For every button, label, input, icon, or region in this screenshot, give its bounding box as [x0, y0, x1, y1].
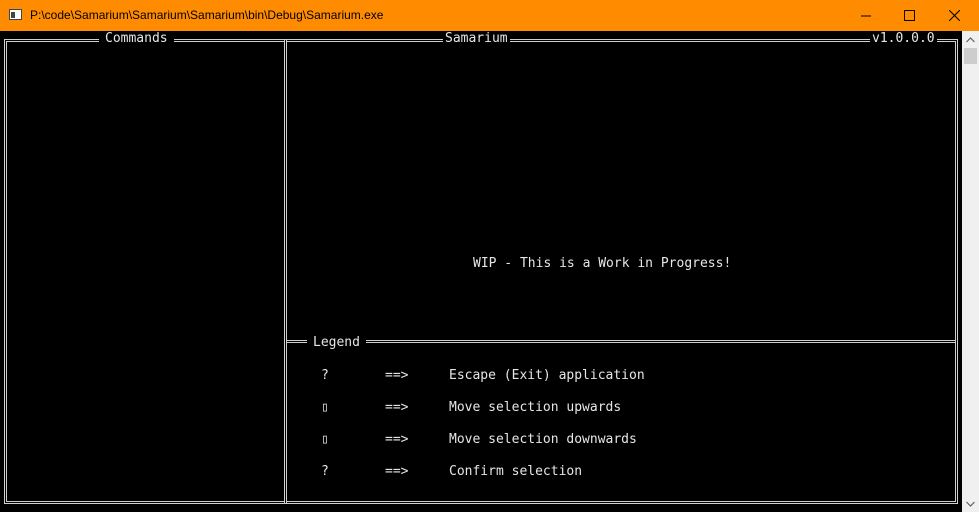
scroll-down-button[interactable]: [962, 495, 979, 512]
legend-description: Escape (Exit) application: [449, 368, 645, 383]
legend-key: ?: [321, 368, 329, 383]
close-button[interactable]: [932, 0, 977, 31]
console-app-icon: [9, 9, 22, 20]
scroll-up-arrow-icon: [966, 36, 975, 42]
window-title: P:\code\Samarium\Samarium\Samarium\bin\D…: [30, 8, 384, 22]
legend-arrow: ==>: [385, 464, 409, 479]
console-window: P:\code\Samarium\Samarium\Samarium\bin\D…: [0, 0, 979, 512]
version-label: v1.0.0.0: [870, 31, 937, 47]
minimize-icon: [860, 15, 871, 16]
wip-message: WIP - This is a Work in Progress!: [473, 256, 732, 271]
legend-key: ▯: [321, 400, 329, 415]
legend-description: Confirm selection: [449, 464, 583, 479]
minimize-button[interactable]: [843, 0, 888, 31]
close-icon: [949, 10, 960, 21]
legend-arrow: ==>: [385, 400, 409, 415]
commands-panel-title: Commands: [99, 31, 174, 47]
console-area[interactable]: Commands Samarium v1.0.0.0 WIP - This is…: [0, 31, 962, 512]
title-bar[interactable]: P:\code\Samarium\Samarium\Samarium\bin\D…: [0, 0, 979, 31]
commands-panel: [4, 39, 287, 504]
maximize-icon: [904, 10, 915, 21]
legend-key: ▯: [321, 432, 329, 447]
vertical-scrollbar[interactable]: [962, 31, 979, 512]
legend-description: Move selection upwards: [449, 400, 622, 415]
maximize-button[interactable]: [887, 0, 932, 31]
legend-divider: [287, 340, 955, 343]
legend-description: Move selection downwards: [449, 432, 637, 447]
scroll-down-arrow-icon: [966, 501, 975, 507]
scroll-up-button[interactable]: [962, 31, 979, 48]
scroll-thumb[interactable]: [964, 48, 977, 64]
legend-arrow: ==>: [385, 432, 409, 447]
main-panel-title: Samarium: [443, 31, 510, 47]
legend-arrow: ==>: [385, 368, 409, 383]
legend-title: Legend: [307, 335, 366, 351]
legend-key: ?: [321, 464, 329, 479]
